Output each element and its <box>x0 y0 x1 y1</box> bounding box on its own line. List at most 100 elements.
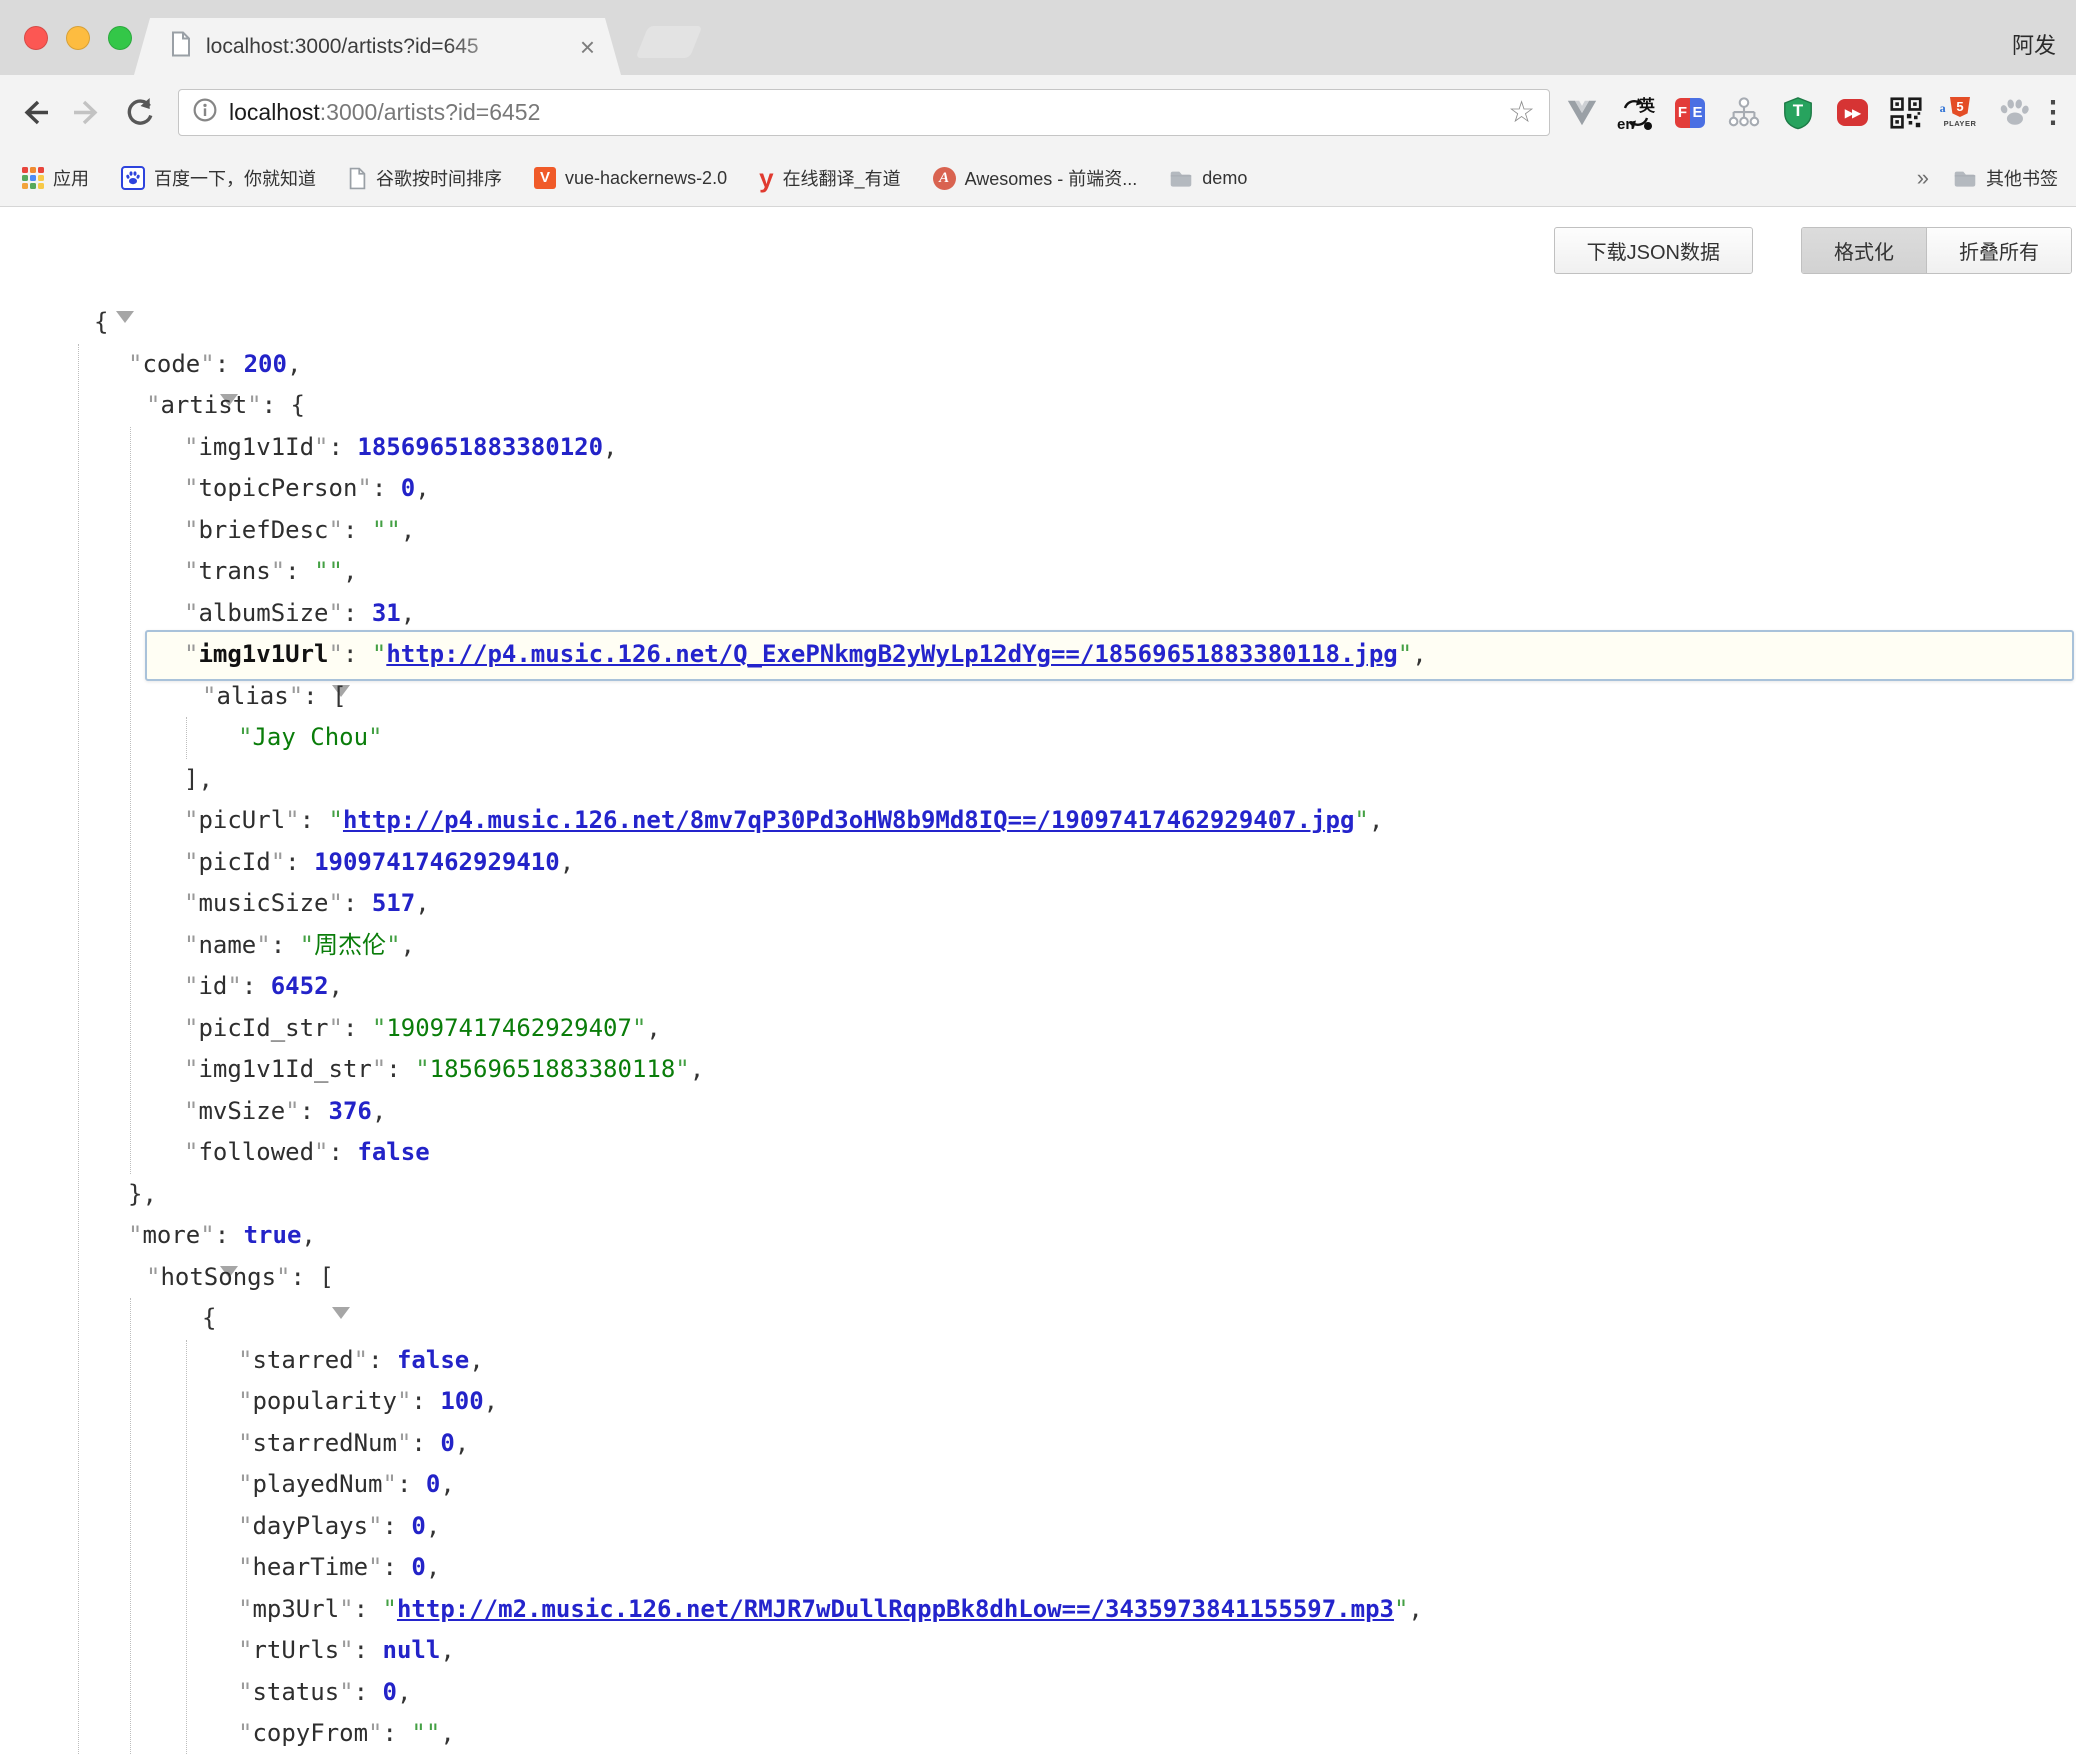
page-content: 下载JSON数据 格式化 折叠所有 {"code": 200,"artist":… <box>0 208 2076 1754</box>
json-row-img1v1Url: "img1v1Url": "http://p4.music.126.net/Q_… <box>0 634 2076 676</box>
bookmark-item[interactable]: 百度一下，你就知道 <box>121 165 316 191</box>
address-bar[interactable]: localhost:3000/artists?id=6452 ☆ <box>178 89 1550 136</box>
indent-guide <box>186 717 187 759</box>
json-row-mp3Url: "mp3Url": "http://m2.music.126.net/RMJR7… <box>0 1589 2076 1631</box>
bookmark-label: Awesomes - 前端资... <box>965 165 1138 191</box>
sitemap-icon[interactable] <box>1726 95 1762 131</box>
json-url-link[interactable]: http://p4.music.126.net/8mv7qP30Pd3oHW8b… <box>343 806 1354 834</box>
forward-icon[interactable] <box>68 94 106 132</box>
json-row-img1v1Id: "img1v1Id": 18569651883380120, <box>0 427 2076 469</box>
bookmark-label: 其他书签 <box>1986 165 2058 191</box>
title-bar: localhost:3000/artists?id=645 × 阿发 <box>0 0 2076 75</box>
bookmark-item[interactable]: 应用 <box>22 165 89 191</box>
browser-tab[interactable]: localhost:3000/artists?id=645 × <box>134 18 621 75</box>
page-icon <box>348 167 367 190</box>
zoom-window-icon[interactable] <box>108 26 132 50</box>
json-row-followed: "followed": false <box>0 1132 2076 1174</box>
vue-devtools-icon[interactable] <box>1564 95 1600 131</box>
json-row: { <box>0 302 2076 344</box>
json-row-more: "more": true, <box>0 1215 2076 1257</box>
new-tab-button[interactable] <box>636 26 703 58</box>
bookmark-item[interactable]: Vvue-hackernews-2.0 <box>534 167 727 189</box>
json-row: }, <box>0 1174 2076 1216</box>
tab-close-icon[interactable]: × <box>580 34 595 60</box>
json-url-link[interactable]: http://m2.music.126.net/RMJR7wDullRqppBk… <box>397 1595 1394 1623</box>
bookmark-label: 谷歌按时间排序 <box>376 165 502 191</box>
json-row-picId: "picId": 19097417462929410, <box>0 842 2076 884</box>
json-row-name: "name": "周杰伦", <box>0 925 2076 967</box>
reload-icon[interactable] <box>120 94 158 132</box>
url-text[interactable]: localhost:3000/artists?id=6452 <box>229 99 540 126</box>
traffic-lights <box>24 26 132 50</box>
indent-guide <box>130 1298 131 1754</box>
json-row-hearTime: "hearTime": 0, <box>0 1547 2076 1589</box>
shield-icon[interactable]: T <box>1780 95 1816 131</box>
json-row-copyFrom: "copyFrom": "", <box>0 1713 2076 1754</box>
json-row-dayPlays: "dayPlays": 0, <box>0 1506 2076 1548</box>
back-icon[interactable] <box>16 94 54 132</box>
indent-guide <box>78 344 79 1754</box>
json-row-rtUrls: "rtUrls": null, <box>0 1630 2076 1672</box>
format-button[interactable]: 格式化 <box>1802 228 1927 273</box>
bookmark-label: 在线翻译_有道 <box>783 165 901 191</box>
toolbar: localhost:3000/artists?id=6452 ☆ 英en FE T… <box>0 75 2076 150</box>
json-row-starred: "starred": false, <box>0 1340 2076 1382</box>
url-path: :3000/artists?id=6452 <box>320 99 541 125</box>
json-row-alias: "alias": [ <box>0 676 2076 718</box>
json-row-id: "id": 6452, <box>0 966 2076 1008</box>
bookmark-item[interactable]: y 在线翻译_有道 <box>759 165 900 191</box>
json-row-picId_str: "picId_str": "19097417462929407", <box>0 1008 2076 1050</box>
html5-player-icon[interactable]: a5PLAYER <box>1942 95 1978 131</box>
json-row-albumSize: "albumSize": 31, <box>0 593 2076 635</box>
json-viewer-toolbar: 下载JSON数据 格式化 折叠所有 <box>1554 227 2072 274</box>
json-row-status: "status": 0, <box>0 1672 2076 1714</box>
download-json-button[interactable]: 下载JSON数据 <box>1554 227 1753 274</box>
indent-guide <box>186 1340 187 1754</box>
json-row-img1v1Id_str: "img1v1Id_str": "18569651883380118", <box>0 1049 2076 1091</box>
close-window-icon[interactable] <box>24 26 48 50</box>
json-url-link[interactable]: http://p4.music.126.net/Q_ExePNkmgB2yWyL… <box>386 640 1397 668</box>
indent-guide <box>130 427 131 1174</box>
bookmark-item[interactable]: demo <box>1169 168 1247 189</box>
bookmark-label: 应用 <box>53 165 89 191</box>
other-bookmarks-folder[interactable]: 其他书签 <box>1953 165 2058 191</box>
apps-grid-icon <box>22 167 44 189</box>
url-host: localhost <box>229 99 320 125</box>
qrcode-icon[interactable] <box>1888 95 1924 131</box>
json-tree: {"code": 200,"artist": {"img1v1Id": 1856… <box>0 302 2076 1754</box>
vue-icon: V <box>534 167 556 189</box>
folder-icon <box>1169 168 1193 188</box>
json-row-starredNum: "starredNum": 0, <box>0 1423 2076 1465</box>
site-info-icon[interactable] <box>193 98 217 127</box>
fast-forward-icon[interactable]: ▶▶ <box>1834 95 1870 131</box>
paw-icon[interactable] <box>1996 95 2032 131</box>
bookmark-item[interactable]: 谷歌按时间排序 <box>348 165 502 191</box>
youdao-icon: y <box>759 167 773 189</box>
tab-title: localhost:3000/artists?id=645 <box>206 35 479 58</box>
collapse-all-button[interactable]: 折叠所有 <box>1927 228 2071 273</box>
bookmarks-bar: 应用 百度一下，你就知道 谷歌按时间排序 Vvue-hackernews-2.0 y 在线… <box>0 150 2076 207</box>
folder-icon <box>1953 168 1977 188</box>
bookmark-label: 百度一下，你就知道 <box>154 165 316 191</box>
bookmark-label: demo <box>1202 168 1247 189</box>
json-row: "Jay Chou" <box>0 717 2076 759</box>
bookmark-star-icon[interactable]: ☆ <box>1508 98 1535 128</box>
json-row-popularity: "popularity": 100, <box>0 1381 2076 1423</box>
json-row: { <box>0 1298 2076 1340</box>
json-row: ], <box>0 759 2076 801</box>
bookmarks-overflow-icon[interactable]: » <box>1917 165 1929 191</box>
json-row-picUrl: "picUrl": "http://p4.music.126.net/8mv7q… <box>0 800 2076 842</box>
extensions-row: 英en FE T ▶▶ a5PLAYER <box>1564 95 2032 131</box>
browser-menu-icon[interactable]: ⋮ <box>2038 95 2060 130</box>
minimize-window-icon[interactable] <box>66 26 90 50</box>
translate-icon[interactable]: 英en <box>1618 95 1654 131</box>
awesomes-icon: A <box>933 167 956 190</box>
tab-title-fade <box>446 35 536 59</box>
json-row-hotSongs: "hotSongs": [ <box>0 1257 2076 1299</box>
json-row-mvSize: "mvSize": 376, <box>0 1091 2076 1133</box>
bookmark-item[interactable]: A Awesomes - 前端资... <box>933 165 1138 191</box>
baidu-paw-icon <box>121 166 145 190</box>
profile-name: 阿发 <box>2012 28 2056 60</box>
json-row-artist: "artist": { <box>0 385 2076 427</box>
fe-toolbox-icon[interactable]: FE <box>1672 95 1708 131</box>
